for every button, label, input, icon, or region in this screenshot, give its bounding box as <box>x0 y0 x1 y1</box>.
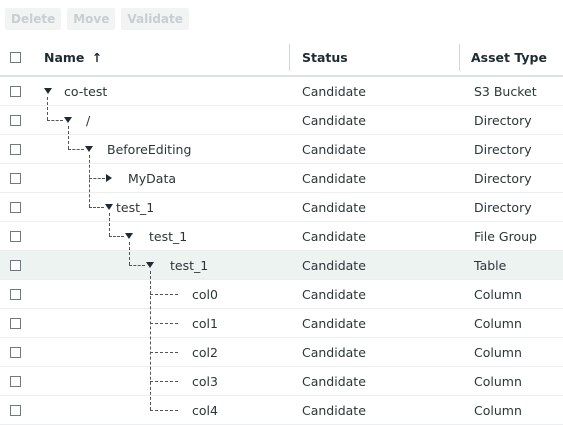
row-name: col2 <box>192 345 218 360</box>
row-name: test_1 <box>149 229 188 244</box>
expand-caret-icon[interactable] <box>44 88 52 94</box>
row-checkbox[interactable] <box>10 405 21 416</box>
table-row[interactable]: col0 Candidate Column <box>0 280 563 309</box>
tree-connector <box>89 178 105 179</box>
tree-connector <box>109 236 124 237</box>
row-status: Candidate <box>302 200 366 215</box>
row-checkbox[interactable] <box>10 173 21 184</box>
row-checkbox[interactable] <box>10 318 21 329</box>
table-row-selected[interactable]: test_1 Candidate Table <box>0 251 563 280</box>
tree-connector <box>150 352 178 353</box>
row-status: Candidate <box>302 142 366 157</box>
tree-connector <box>129 265 145 266</box>
row-name: / <box>86 113 91 128</box>
name-column-header[interactable]: Name ↑ <box>44 40 102 75</box>
row-name: col1 <box>192 316 218 331</box>
tree-connector <box>89 207 104 208</box>
tree-connector <box>109 213 110 236</box>
table-header: Name ↑ Status Asset Type <box>0 40 563 77</box>
row-asset-type: Directory <box>474 200 532 215</box>
tree-connector <box>150 323 178 324</box>
row-status: Candidate <box>302 403 366 418</box>
row-asset-type: Directory <box>474 142 532 157</box>
table-row[interactable]: / Candidate Directory <box>0 106 563 135</box>
row-name: MyData <box>128 171 177 186</box>
row-asset-type: File Group <box>474 229 537 244</box>
table-row[interactable]: col1 Candidate Column <box>0 309 563 338</box>
row-status: Candidate <box>302 229 366 244</box>
row-status: Candidate <box>302 258 366 273</box>
tree-connector <box>89 155 90 207</box>
row-asset-type: Directory <box>474 113 532 128</box>
row-status: Candidate <box>302 316 366 331</box>
tree-connector <box>150 381 178 382</box>
row-name: col3 <box>192 374 218 389</box>
row-asset-type: Column <box>474 374 522 389</box>
row-checkbox[interactable] <box>10 144 21 155</box>
row-status: Candidate <box>302 374 366 389</box>
row-asset-type: S3 Bucket <box>474 84 537 99</box>
row-asset-type: Directory <box>474 171 532 186</box>
expand-caret-icon[interactable] <box>105 204 113 210</box>
tree-connector <box>150 410 178 411</box>
column-divider[interactable] <box>459 44 460 71</box>
row-checkbox[interactable] <box>10 202 21 213</box>
table-row[interactable]: test_1 Candidate File Group <box>0 222 563 251</box>
row-status: Candidate <box>302 171 366 186</box>
row-asset-type: Column <box>474 316 522 331</box>
row-name: col0 <box>192 287 218 302</box>
tree-connector <box>68 149 84 150</box>
status-column-header[interactable]: Status <box>302 40 348 75</box>
row-checkbox[interactable] <box>10 115 21 126</box>
column-divider[interactable] <box>289 44 290 71</box>
row-checkbox[interactable] <box>10 376 21 387</box>
table-row[interactable]: BeforeEditing Candidate Directory <box>0 135 563 164</box>
expand-caret-icon[interactable] <box>146 262 154 268</box>
tree-connector <box>129 242 130 265</box>
collapsed-caret-icon[interactable] <box>106 174 112 182</box>
asset-type-column-header[interactable]: Asset Type <box>471 40 547 75</box>
table-row[interactable]: test_1 Candidate Directory <box>0 193 563 222</box>
row-name: col4 <box>192 403 218 418</box>
expand-caret-icon[interactable] <box>64 117 72 123</box>
expand-caret-icon[interactable] <box>85 146 93 152</box>
tree-connector <box>150 294 178 295</box>
tree-connector <box>47 97 48 120</box>
row-status: Candidate <box>302 113 366 128</box>
row-name: test_1 <box>116 200 155 215</box>
table-row[interactable]: MyData Candidate Directory <box>0 164 563 193</box>
name-column-label: Name <box>44 50 85 65</box>
row-checkbox[interactable] <box>10 86 21 97</box>
table-row[interactable]: col4 Candidate Column <box>0 396 563 425</box>
row-checkbox[interactable] <box>10 289 21 300</box>
delete-button[interactable]: Delete <box>5 8 62 30</box>
row-checkbox[interactable] <box>10 231 21 242</box>
tree-connector <box>68 126 69 149</box>
row-asset-type: Column <box>474 287 522 302</box>
row-checkbox[interactable] <box>10 347 21 358</box>
row-status: Candidate <box>302 287 366 302</box>
expand-caret-icon[interactable] <box>125 233 133 239</box>
move-button[interactable]: Move <box>67 8 116 30</box>
toolbar: Delete Move Validate <box>5 8 189 30</box>
row-asset-type: Column <box>474 345 522 360</box>
tree-connector <box>47 120 63 121</box>
validate-button[interactable]: Validate <box>121 8 189 30</box>
row-checkbox[interactable] <box>10 260 21 271</box>
table-row[interactable]: col2 Candidate Column <box>0 338 563 367</box>
row-asset-type: Table <box>474 258 507 273</box>
table-row[interactable]: col3 Candidate Column <box>0 367 563 396</box>
tree-connector <box>150 271 151 410</box>
select-all-checkbox[interactable] <box>10 52 21 63</box>
row-name: BeforeEditing <box>107 142 192 157</box>
sort-ascending-icon: ↑ <box>91 50 103 65</box>
row-status: Candidate <box>302 345 366 360</box>
row-status: Candidate <box>302 84 366 99</box>
row-asset-type: Column <box>474 403 522 418</box>
row-name: test_1 <box>170 258 209 273</box>
table-row[interactable]: co-test Candidate S3 Bucket <box>0 77 563 106</box>
row-name: co-test <box>64 84 108 99</box>
